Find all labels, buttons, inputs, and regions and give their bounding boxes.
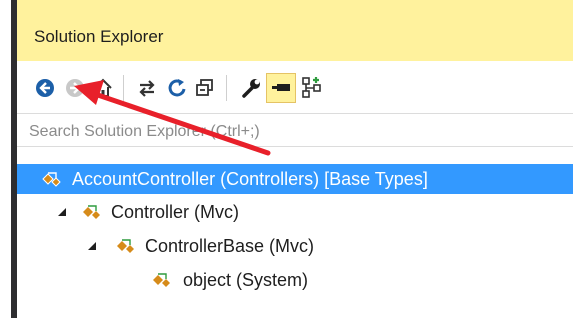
window-title: Solution Explorer	[34, 27, 164, 46]
forward-button[interactable]	[63, 76, 87, 100]
class-diagram-icon	[302, 77, 321, 98]
search-input[interactable]	[27, 120, 471, 144]
home-button[interactable]	[91, 76, 115, 100]
expanded-triangle-icon[interactable]	[87, 241, 97, 251]
search-box[interactable]	[17, 113, 573, 147]
toolbar	[17, 61, 573, 113]
sync-arrows-icon	[139, 80, 155, 97]
class-view-button[interactable]	[300, 76, 324, 100]
class-hierarchy-icon	[153, 273, 170, 287]
refresh-button[interactable]	[165, 76, 189, 100]
tree-node-label: object (System)	[183, 269, 309, 290]
wrench-icon	[242, 79, 260, 98]
class-hierarchy-icon	[117, 239, 134, 253]
tree-node-accountcontroller[interactable]: AccountController (Controllers) [Base Ty…	[17, 164, 573, 194]
title-bar: Solution Explorer	[17, 0, 573, 61]
back-button[interactable]	[33, 76, 57, 100]
expanded-triangle-icon[interactable]	[57, 207, 67, 217]
class-hierarchy-icon	[83, 205, 100, 219]
toolbar-separator	[123, 75, 124, 101]
tree-node-label: AccountController (Controllers) [Base Ty…	[72, 168, 428, 189]
tree-node-label: Controller (Mvc)	[111, 201, 240, 222]
properties-button[interactable]	[239, 76, 263, 100]
forward-arrow-icon	[66, 79, 84, 97]
pin-icon	[272, 84, 290, 91]
collapse-all-button[interactable]	[193, 76, 217, 100]
toolbar-separator	[226, 75, 227, 101]
home-icon	[94, 78, 112, 97]
back-arrow-icon	[36, 79, 54, 97]
tree-node-label: ControllerBase (Mvc)	[145, 235, 315, 256]
sync-with-document-button[interactable]	[135, 76, 159, 100]
collapse-all-icon	[196, 79, 213, 96]
refresh-icon	[168, 79, 186, 97]
solution-explorer-panel: Solution Explorer Search Solution Explor…	[11, 0, 573, 318]
preview-selected-button[interactable]	[266, 73, 296, 103]
class-hierarchy-icon	[42, 172, 61, 187]
